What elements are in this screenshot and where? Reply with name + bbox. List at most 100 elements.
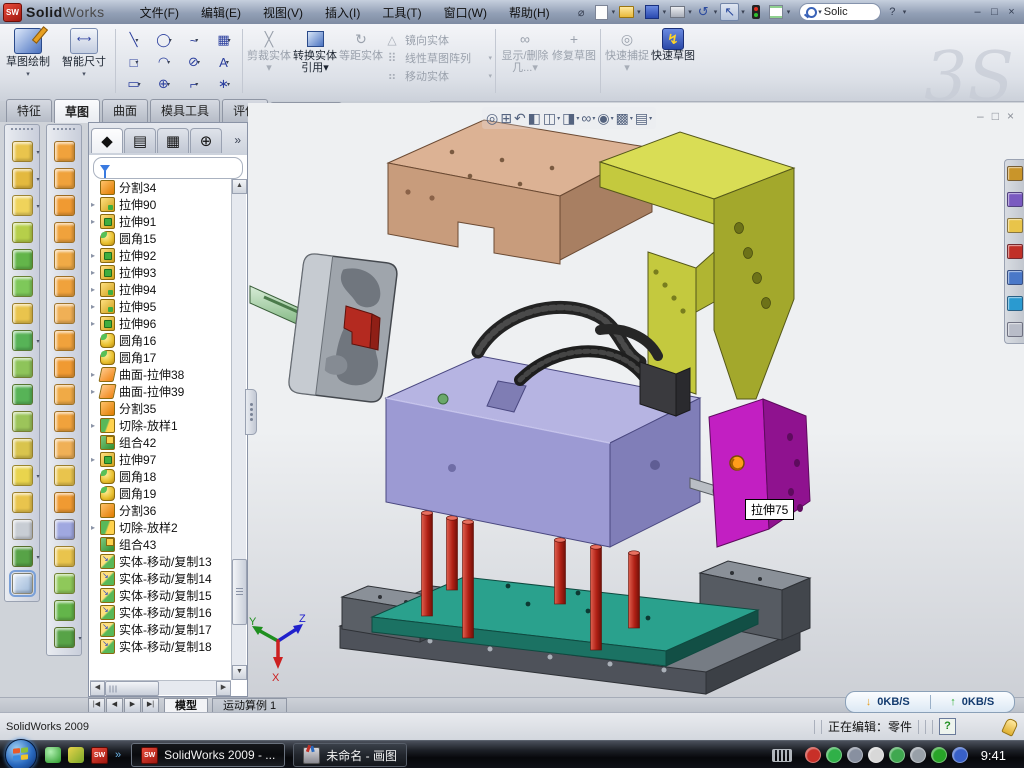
minimize-button[interactable]: – bbox=[969, 5, 986, 20]
scroll-down-button[interactable]: ▼ bbox=[232, 665, 247, 680]
motion-study-tab[interactable]: 运动算例 1 bbox=[212, 698, 287, 713]
tree-filter-bar[interactable] bbox=[93, 157, 243, 179]
sketch-fillet-icon[interactable]: ⌐▾ bbox=[179, 73, 209, 95]
security-shield-icon[interactable] bbox=[826, 747, 842, 763]
tree-item[interactable]: ▸ 圆角16 bbox=[91, 332, 231, 349]
tree-item[interactable]: ▸ 拉伸94 bbox=[91, 281, 231, 298]
sketch-button[interactable]: 草图绘制▾ bbox=[0, 24, 56, 101]
tree-item[interactable]: ▸ 圆角15 bbox=[91, 230, 231, 247]
circle-icon[interactable]: ◯▾ bbox=[149, 29, 179, 51]
tree-item[interactable]: ▸ 拉伸90 bbox=[91, 196, 231, 213]
menu-item[interactable]: 视图(V) bbox=[254, 1, 312, 24]
sync-status-icon[interactable] bbox=[952, 747, 968, 763]
last-tab-button[interactable]: ▶| bbox=[142, 698, 159, 713]
tree-item[interactable]: ▸ 拉伸97 bbox=[91, 451, 231, 468]
linear-pattern-icon[interactable]: ▾ bbox=[12, 330, 33, 351]
panel-overflow-chevron[interactable]: » bbox=[234, 133, 245, 147]
model-tab[interactable]: 模型 bbox=[164, 698, 208, 713]
mirror-bodies-icon[interactable]: ▾ bbox=[12, 384, 33, 405]
fillet-icon[interactable]: ▾ bbox=[12, 195, 33, 216]
input-language-icon[interactable] bbox=[772, 749, 792, 762]
boundary-surface-icon[interactable]: ▾ bbox=[54, 222, 75, 243]
extrude-boss-icon[interactable]: ▾ bbox=[12, 141, 33, 162]
next-tab-button[interactable]: ▶ bbox=[124, 698, 141, 713]
panel-splitter-handle[interactable] bbox=[245, 389, 257, 435]
reference-curve-icon[interactable]: ▾ bbox=[54, 627, 75, 648]
plane-icon[interactable]: ▾ bbox=[12, 492, 33, 513]
update-check-icon[interactable] bbox=[847, 747, 863, 763]
expand-arrow-icon[interactable]: ▸ bbox=[91, 200, 100, 209]
expand-arrow-icon[interactable]: ▸ bbox=[91, 302, 100, 311]
tree-item[interactable]: ▸ 圆角18 bbox=[91, 468, 231, 485]
rebuild-icon[interactable] bbox=[748, 5, 765, 20]
view-palette-icon[interactable] bbox=[1007, 270, 1023, 285]
tree-item[interactable]: ▸ 拉伸93 bbox=[91, 264, 231, 281]
tree-item[interactable]: ▸ 实体-移动/复制17 bbox=[91, 621, 231, 638]
scrollbar-thumb[interactable] bbox=[105, 681, 159, 696]
scroll-left-button[interactable]: ◀ bbox=[90, 681, 105, 696]
expand-arrow-icon[interactable]: ▸ bbox=[91, 319, 100, 328]
expand-arrow-icon[interactable]: ▸ bbox=[91, 455, 100, 464]
volume-icon[interactable] bbox=[868, 747, 884, 763]
doc-restore-button[interactable]: □ bbox=[992, 109, 999, 123]
offset-surface-icon[interactable]: ▾ bbox=[54, 303, 75, 324]
tree-item[interactable]: ▸ 实体-移动/复制18 bbox=[91, 638, 231, 655]
boss-icon[interactable]: ▾ bbox=[12, 357, 33, 378]
configurationmanager-tab-icon[interactable]: ▦ bbox=[157, 128, 189, 153]
arc-icon[interactable]: ◠▾ bbox=[149, 51, 179, 73]
menu-item[interactable]: 插入(I) bbox=[316, 1, 369, 24]
new-document-button[interactable] bbox=[593, 5, 610, 20]
command-tab[interactable]: 特征 bbox=[6, 99, 52, 122]
expand-arrow-icon[interactable]: ▸ bbox=[91, 523, 100, 532]
quick-launch-overflow-chevron[interactable]: » bbox=[115, 749, 121, 761]
curve-icon[interactable]: ▾ bbox=[12, 546, 33, 567]
doc-close-button[interactable]: × bbox=[1007, 109, 1014, 123]
tree-item[interactable]: ▸ 拉伸92 bbox=[91, 247, 231, 264]
tree-item[interactable]: ▸ 实体-移动/复制16 bbox=[91, 604, 231, 621]
command-tab[interactable]: 草图 bbox=[54, 99, 100, 123]
rib-icon[interactable]: ▾ bbox=[12, 222, 33, 243]
replace-face-icon[interactable]: ▾ bbox=[54, 438, 75, 459]
tree-item[interactable]: ▸ 实体-移动/复制15 bbox=[91, 587, 231, 604]
tree-item[interactable]: ▸ 组合43 bbox=[91, 536, 231, 553]
display-style-icon[interactable]: ◨▾ bbox=[562, 110, 579, 127]
text-icon[interactable]: A▾ bbox=[209, 51, 239, 73]
planar-surface-icon[interactable]: ▾ bbox=[54, 276, 75, 297]
dome-icon[interactable]: ▾ bbox=[54, 600, 75, 621]
shell-icon[interactable]: ▾ bbox=[12, 249, 33, 270]
tree-item[interactable]: ▸ 拉伸91 bbox=[91, 213, 231, 230]
axis-icon[interactable]: ▾ bbox=[12, 519, 33, 540]
solidworks-quick-launch-icon[interactable]: SW bbox=[91, 747, 108, 764]
zoom-area-icon[interactable]: ⊞▾ bbox=[500, 110, 512, 127]
hole-wizard-icon[interactable]: ▾ bbox=[12, 303, 33, 324]
network-warning-icon[interactable] bbox=[910, 747, 926, 763]
resources-home-icon[interactable] bbox=[1007, 166, 1023, 181]
instant3d-icon[interactable]: ▾ bbox=[12, 573, 33, 594]
tree-item[interactable]: ▸ 切除-放样1 bbox=[91, 417, 231, 434]
expand-arrow-icon[interactable]: ▸ bbox=[91, 217, 100, 226]
menu-item[interactable]: 文件(F) bbox=[131, 1, 188, 24]
delete-face-icon[interactable]: ▾ bbox=[54, 411, 75, 432]
open-button[interactable] bbox=[618, 5, 635, 20]
file-explorer-icon[interactable] bbox=[1007, 218, 1023, 233]
tree-item[interactable]: ▸ 圆角17 bbox=[91, 349, 231, 366]
custom-properties-icon[interactable] bbox=[1007, 322, 1023, 337]
select-button[interactable]: ↖ bbox=[720, 3, 739, 21]
selection-box-icon[interactable]: ▦▾ bbox=[209, 29, 239, 51]
command-tab[interactable]: 曲面 bbox=[102, 99, 148, 122]
revolved-surface-icon[interactable]: ▾ bbox=[54, 168, 75, 189]
swept-surface-icon[interactable]: ▾ bbox=[54, 141, 75, 162]
view-previous-icon[interactable]: ↶▾ bbox=[514, 110, 526, 127]
trim-surface-icon[interactable]: ▾ bbox=[54, 492, 75, 513]
smart-dimension-button[interactable]: ⟷ 智能尺寸▾ bbox=[56, 24, 112, 101]
zoom-fit-icon[interactable]: ◎▾ bbox=[486, 110, 498, 127]
tree-item[interactable]: ▸ 分割36 bbox=[91, 502, 231, 519]
tree-vertical-scrollbar[interactable]: ▲ ▼ bbox=[231, 179, 246, 680]
command-tab[interactable]: 模具工具 bbox=[150, 99, 220, 122]
taskbar-window-button[interactable]: 未命名 - 画图 bbox=[293, 743, 407, 767]
rectangle-icon[interactable]: □▾ bbox=[119, 51, 149, 73]
taskbar-clock[interactable]: 9:41 bbox=[981, 748, 1006, 763]
featuremanager-tab-icon[interactable]: ◆ bbox=[91, 128, 123, 153]
toolbar-drag-handle[interactable] bbox=[53, 128, 75, 134]
knit-surface-icon[interactable]: ▾ bbox=[54, 546, 75, 567]
